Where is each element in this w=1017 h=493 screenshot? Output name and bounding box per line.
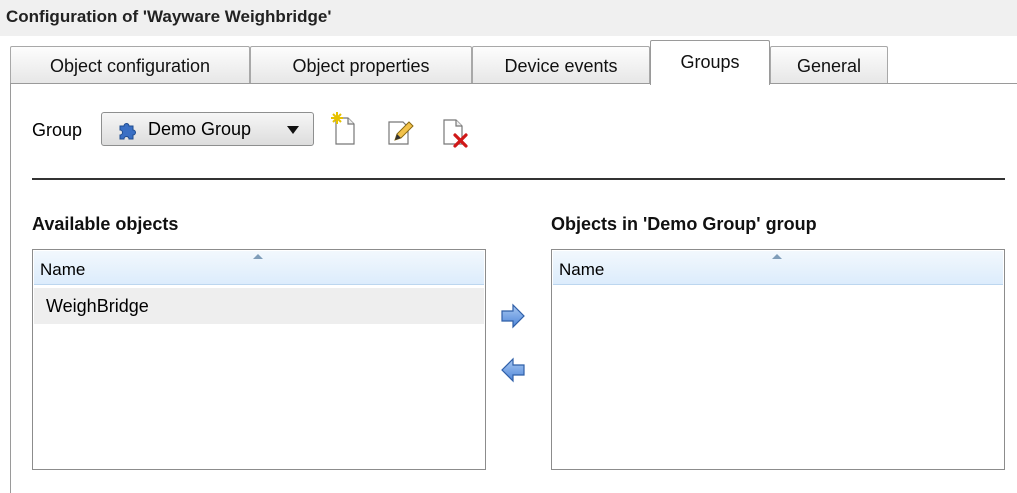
- edit-pencil-icon: [388, 121, 414, 145]
- group-name-column-header[interactable]: Name: [553, 251, 1003, 285]
- tab-device-events[interactable]: Device events: [472, 46, 650, 84]
- column-label: Name: [40, 260, 86, 279]
- group-select[interactable]: Demo Group: [101, 112, 314, 146]
- new-group-button[interactable]: [328, 110, 360, 148]
- delete-document-icon: [443, 119, 468, 148]
- group-select-value: Demo Group: [148, 119, 252, 139]
- tab-object-configuration[interactable]: Object configuration: [10, 46, 250, 84]
- available-name-column-header[interactable]: Name: [34, 251, 484, 285]
- tab-object-properties[interactable]: Object properties: [250, 46, 472, 84]
- sort-ascending-icon: [253, 254, 263, 259]
- puzzle-piece-icon: [119, 123, 136, 140]
- group-label: Group: [32, 120, 83, 140]
- group-objects-list[interactable]: Name: [551, 249, 1005, 470]
- arrow-left-icon: [501, 357, 525, 383]
- edit-group-button[interactable]: [383, 110, 415, 148]
- separator: [32, 178, 1005, 180]
- new-document-icon: [331, 112, 355, 145]
- window-title: Configuration of 'Wayware Weighbridge': [6, 7, 332, 26]
- tab-groups[interactable]: Groups: [650, 40, 770, 85]
- list-item-label: WeighBridge: [46, 296, 149, 316]
- available-objects-list[interactable]: Name WeighBridge: [32, 249, 486, 470]
- tab-general[interactable]: General: [770, 46, 888, 84]
- group-objects-title: Objects in 'Demo Group' group: [551, 214, 817, 234]
- chevron-down-icon: [287, 126, 299, 134]
- arrow-right-icon: [501, 303, 525, 329]
- add-to-group-button[interactable]: [499, 302, 527, 330]
- sort-ascending-icon: [772, 254, 782, 259]
- column-label: Name: [559, 260, 605, 279]
- list-item[interactable]: WeighBridge: [34, 288, 484, 324]
- delete-group-button[interactable]: [440, 110, 472, 148]
- remove-from-group-button[interactable]: [499, 356, 527, 384]
- tab-bar: Object configuration Object properties D…: [10, 40, 890, 85]
- available-objects-title: Available objects: [32, 214, 179, 234]
